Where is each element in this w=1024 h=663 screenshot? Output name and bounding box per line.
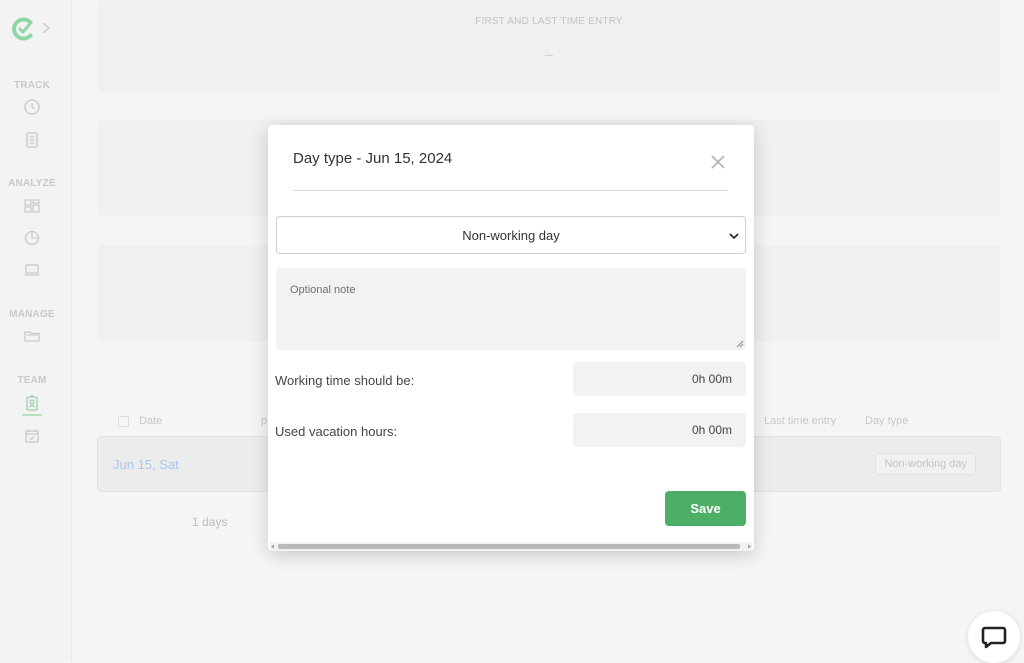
clockify-logo-icon[interactable]: [10, 15, 38, 43]
projects-folder-icon[interactable]: [23, 327, 41, 345]
vacation-hours-input[interactable]: 0h 00m: [573, 413, 746, 447]
row-date-link[interactable]: Jun 15, Sat: [113, 457, 179, 472]
select-all-checkbox[interactable]: [118, 416, 129, 427]
resize-handle-icon[interactable]: [736, 340, 744, 348]
working-time-label: Working time should be:: [275, 373, 415, 388]
reports-icon[interactable]: [23, 229, 41, 247]
chat-bubble-icon: [981, 626, 1007, 649]
nav-section-analyze: ANALYZE: [8, 178, 56, 189]
modal-divider: [293, 190, 728, 191]
card-title: FIRST AND LAST TIME ENTRY: [475, 16, 623, 27]
row-day-type-badge[interactable]: Non-working day: [875, 453, 976, 475]
nav-section-track: TRACK: [14, 80, 50, 91]
active-nav-indicator: [22, 414, 42, 416]
chat-support-button[interactable]: [968, 611, 1020, 663]
day-type-modal: Day type - Jun 15, 2024 Non-working day …: [268, 125, 754, 551]
chevron-down-icon: [729, 233, 739, 240]
modal-title: Day type - Jun 15, 2024: [293, 150, 453, 167]
scrollbar-thumb[interactable]: [278, 544, 740, 549]
activity-icon[interactable]: [23, 261, 41, 279]
day-type-select[interactable]: Non-working day: [276, 216, 746, 254]
dashboard-icon[interactable]: [23, 197, 41, 215]
day-type-select-value: Non-working day: [462, 228, 560, 243]
days-total: 1 days: [192, 515, 228, 529]
vacation-hours-label: Used vacation hours:: [275, 424, 398, 439]
working-time-value: 0h 00m: [691, 372, 732, 386]
day-type-column-header[interactable]: Day type: [865, 415, 908, 427]
nav-section-manage: MANAGE: [9, 309, 55, 320]
nav-section-team: TEAM: [17, 375, 47, 386]
last-entry-column-header[interactable]: Last time entry: [764, 415, 836, 427]
card-value: –: [545, 46, 553, 62]
clock-icon[interactable]: [23, 98, 41, 116]
partial-column-header: p: [261, 415, 268, 427]
calendar-icon[interactable]: [23, 427, 41, 445]
optional-note-textarea[interactable]: Optional note: [276, 268, 746, 350]
date-column-header[interactable]: Date: [139, 415, 162, 427]
time-entry-summary-card: FIRST AND LAST TIME ENTRY –: [98, 0, 1000, 92]
sidebar: TRACK ANALYZE MANAGE TEAM: [0, 0, 72, 661]
scroll-left-arrow-icon[interactable]: [270, 544, 275, 549]
note-placeholder: Optional note: [290, 284, 356, 296]
timesheet-icon[interactable]: [23, 131, 41, 149]
vacation-hours-value: 0h 00m: [691, 423, 732, 437]
horizontal-scrollbar[interactable]: [270, 542, 752, 551]
scroll-right-arrow-icon[interactable]: [747, 544, 752, 549]
working-time-input[interactable]: 0h 00m: [573, 362, 746, 396]
team-badge-icon[interactable]: [23, 394, 41, 412]
save-button[interactable]: Save: [665, 491, 746, 526]
close-icon[interactable]: [710, 154, 726, 170]
sidebar-expand-chevron-icon[interactable]: [41, 22, 51, 34]
